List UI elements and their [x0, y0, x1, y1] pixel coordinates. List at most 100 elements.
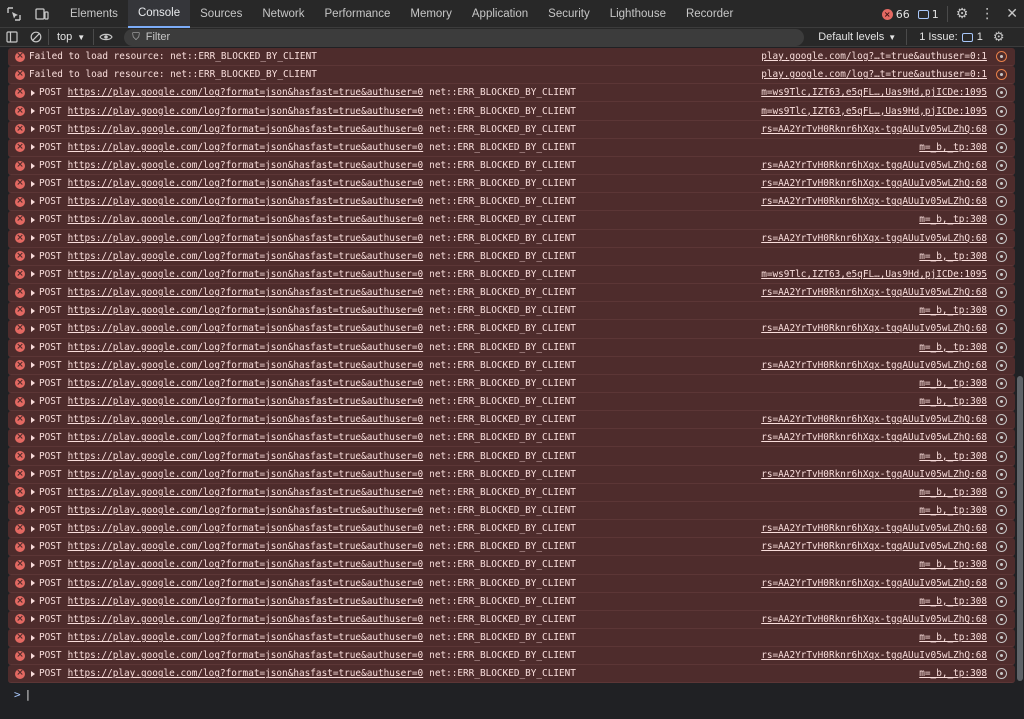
filter-box[interactable]: ⛉ [124, 28, 805, 46]
request-url-link[interactable]: https://play.google.com/log?format=json&… [68, 523, 424, 534]
console-error-row[interactable]: POST https://play.google.com/log?format=j… [8, 574, 1015, 593]
source-origin-icon[interactable] [996, 105, 1007, 117]
expand-triangle-icon[interactable] [31, 453, 35, 460]
request-url-link[interactable]: https://play.google.com/log?format=json&… [68, 451, 424, 462]
source-link[interactable]: m=_b,_tp:308 [919, 251, 987, 262]
console-error-row[interactable]: POST https://play.google.com/log?format=j… [8, 229, 1015, 248]
request-url-link[interactable]: https://play.google.com/log?format=json&… [68, 106, 424, 117]
console-error-row[interactable]: POST https://play.google.com/log?format=j… [8, 665, 1015, 684]
console-error-row[interactable]: POST https://play.google.com/log?format=j… [8, 610, 1015, 629]
console-error-row[interactable]: POST https://play.google.com/log?format=j… [8, 175, 1015, 194]
request-url-link[interactable]: https://play.google.com/log?format=json&… [68, 396, 424, 407]
live-expression-eye-icon[interactable] [94, 28, 118, 47]
source-link[interactable]: m=_b,_tp:308 [919, 596, 987, 607]
console-error-row[interactable]: POST https://play.google.com/log?format=j… [8, 629, 1015, 648]
request-url-link[interactable]: https://play.google.com/log?format=json&… [68, 178, 424, 189]
console-error-row[interactable]: POST https://play.google.com/log?format=j… [8, 247, 1015, 266]
request-url-link[interactable]: https://play.google.com/log?format=json&… [68, 378, 424, 389]
expand-triangle-icon[interactable] [31, 398, 35, 405]
expand-triangle-icon[interactable] [31, 126, 35, 133]
tab-performance[interactable]: Performance [315, 0, 401, 28]
expand-triangle-icon[interactable] [31, 471, 35, 478]
source-link[interactable]: rs=AA2YrTvH0Rknr6hXqx-tgqAUuIv05wLZhQ:68 [761, 650, 987, 661]
source-link[interactable]: rs=AA2YrTvH0Rknr6hXqx-tgqAUuIv05wLZhQ:68 [761, 414, 987, 425]
console-settings-gear-icon[interactable]: ⚙ [993, 30, 1005, 45]
issues-button[interactable]: 1 Issue: 1 [919, 31, 983, 43]
expand-triangle-icon[interactable] [31, 434, 35, 441]
console-error-row[interactable]: POST https://play.google.com/log?format=j… [8, 265, 1015, 285]
console-error-row[interactable]: POST https://play.google.com/log?format=j… [8, 338, 1015, 357]
tab-elements[interactable]: Elements [60, 0, 128, 28]
source-origin-icon[interactable] [996, 141, 1007, 153]
request-url-link[interactable]: https://play.google.com/log?format=json&… [68, 432, 424, 443]
tab-security[interactable]: Security [538, 0, 600, 28]
expand-triangle-icon[interactable] [31, 144, 35, 151]
more-options-icon[interactable]: ⋮ [976, 6, 998, 22]
expand-triangle-icon[interactable] [31, 344, 35, 351]
request-url-link[interactable]: https://play.google.com/log?format=json&… [68, 360, 424, 371]
source-link[interactable]: rs=AA2YrTvH0Rknr6hXqx-tgqAUuIv05wLZhQ:68 [761, 469, 987, 480]
console-error-row[interactable]: POST https://play.google.com/log?format=j… [8, 647, 1015, 666]
source-origin-icon[interactable] [996, 396, 1007, 408]
source-origin-icon[interactable] [996, 595, 1007, 607]
source-origin-icon[interactable] [996, 250, 1007, 262]
console-error-row[interactable]: POST https://play.google.com/log?format=j… [8, 284, 1015, 303]
expand-triangle-icon[interactable] [31, 162, 35, 169]
source-link[interactable]: m=ws9Tlc,IZT63,e5qFL…,Uas9Hd,pjICDe:1095 [761, 106, 987, 117]
console-error-row[interactable]: Failed to load resource: net::ERR_BLOCKE… [8, 66, 1015, 85]
request-url-link[interactable]: https://play.google.com/log?format=json&… [68, 632, 424, 643]
request-url-link[interactable]: https://play.google.com/log?format=json&… [68, 342, 424, 353]
source-origin-icon[interactable] [996, 69, 1007, 81]
request-url-link[interactable]: https://play.google.com/log?format=json&… [68, 487, 424, 498]
source-link[interactable]: m=_b,_tp:308 [919, 142, 987, 153]
source-origin-icon[interactable] [996, 232, 1007, 244]
source-origin-icon[interactable] [996, 577, 1007, 589]
source-origin-icon[interactable] [996, 268, 1007, 280]
source-link[interactable]: play.google.com/log?…t=true&authuser=0:1 [761, 51, 987, 62]
console-error-row[interactable]: POST https://play.google.com/log?format=j… [8, 520, 1015, 539]
expand-triangle-icon[interactable] [31, 543, 35, 550]
console-error-row[interactable]: POST https://play.google.com/log?format=j… [8, 483, 1015, 502]
source-link[interactable]: rs=AA2YrTvH0Rknr6hXqx-tgqAUuIv05wLZhQ:68 [761, 614, 987, 625]
console-error-row[interactable]: POST https://play.google.com/log?format=j… [8, 120, 1015, 139]
console-error-row[interactable]: POST https://play.google.com/log?format=j… [8, 193, 1015, 212]
tab-lighthouse[interactable]: Lighthouse [600, 0, 676, 28]
source-origin-icon[interactable] [996, 305, 1007, 317]
source-origin-icon[interactable] [996, 87, 1007, 99]
source-link[interactable]: m=ws9Tlc,IZT63,e5qFL…,Uas9Hd,pjICDe:1095 [761, 269, 987, 280]
console-error-row[interactable]: POST https://play.google.com/log?format=j… [8, 447, 1015, 466]
expand-triangle-icon[interactable] [31, 507, 35, 514]
expand-triangle-icon[interactable] [31, 235, 35, 242]
source-link[interactable]: m=_b,_tp:308 [919, 505, 987, 516]
tab-console[interactable]: Console [127, 0, 191, 28]
source-origin-icon[interactable] [996, 51, 1007, 63]
console-error-row[interactable]: POST https://play.google.com/log?format=j… [8, 302, 1015, 321]
request-url-link[interactable]: https://play.google.com/log?format=json&… [68, 469, 424, 480]
expand-triangle-icon[interactable] [31, 325, 35, 332]
console-error-row[interactable]: POST https://play.google.com/log?format=j… [8, 138, 1015, 157]
source-link[interactable]: rs=AA2YrTvH0Rknr6hXqx-tgqAUuIv05wLZhQ:68 [761, 541, 987, 552]
source-link[interactable]: rs=AA2YrTvH0Rknr6hXqx-tgqAUuIv05wLZhQ:68 [761, 160, 987, 171]
expand-triangle-icon[interactable] [31, 489, 35, 496]
expand-triangle-icon[interactable] [31, 380, 35, 387]
request-url-link[interactable]: https://play.google.com/log?format=json&… [68, 251, 424, 262]
source-link[interactable]: rs=AA2YrTvH0Rknr6hXqx-tgqAUuIv05wLZhQ:68 [761, 287, 987, 298]
source-origin-icon[interactable] [996, 668, 1007, 680]
source-link[interactable]: m=_b,_tp:308 [919, 559, 987, 570]
source-origin-icon[interactable] [996, 504, 1007, 516]
tab-application[interactable]: Application [462, 0, 538, 28]
scrollbar[interactable] [1017, 376, 1023, 681]
console-error-row[interactable]: POST https://play.google.com/log?format=j… [8, 592, 1015, 611]
source-origin-icon[interactable] [996, 450, 1007, 462]
source-origin-icon[interactable] [996, 123, 1007, 135]
source-link[interactable]: m=_b,_tp:308 [919, 214, 987, 225]
console-error-row[interactable]: POST https://play.google.com/log?format=j… [8, 356, 1015, 375]
request-url-link[interactable]: https://play.google.com/log?format=json&… [68, 196, 424, 207]
source-link[interactable]: m=_b,_tp:308 [919, 451, 987, 462]
expand-triangle-icon[interactable] [31, 307, 35, 314]
request-url-link[interactable]: https://play.google.com/log?format=json&… [68, 578, 424, 589]
console-error-row[interactable]: POST https://play.google.com/log?format=j… [8, 501, 1015, 521]
source-link[interactable]: m=_b,_tp:308 [919, 305, 987, 316]
request-url-link[interactable]: https://play.google.com/log?format=json&… [68, 414, 424, 425]
close-devtools-icon[interactable]: ✕ [1006, 6, 1018, 22]
